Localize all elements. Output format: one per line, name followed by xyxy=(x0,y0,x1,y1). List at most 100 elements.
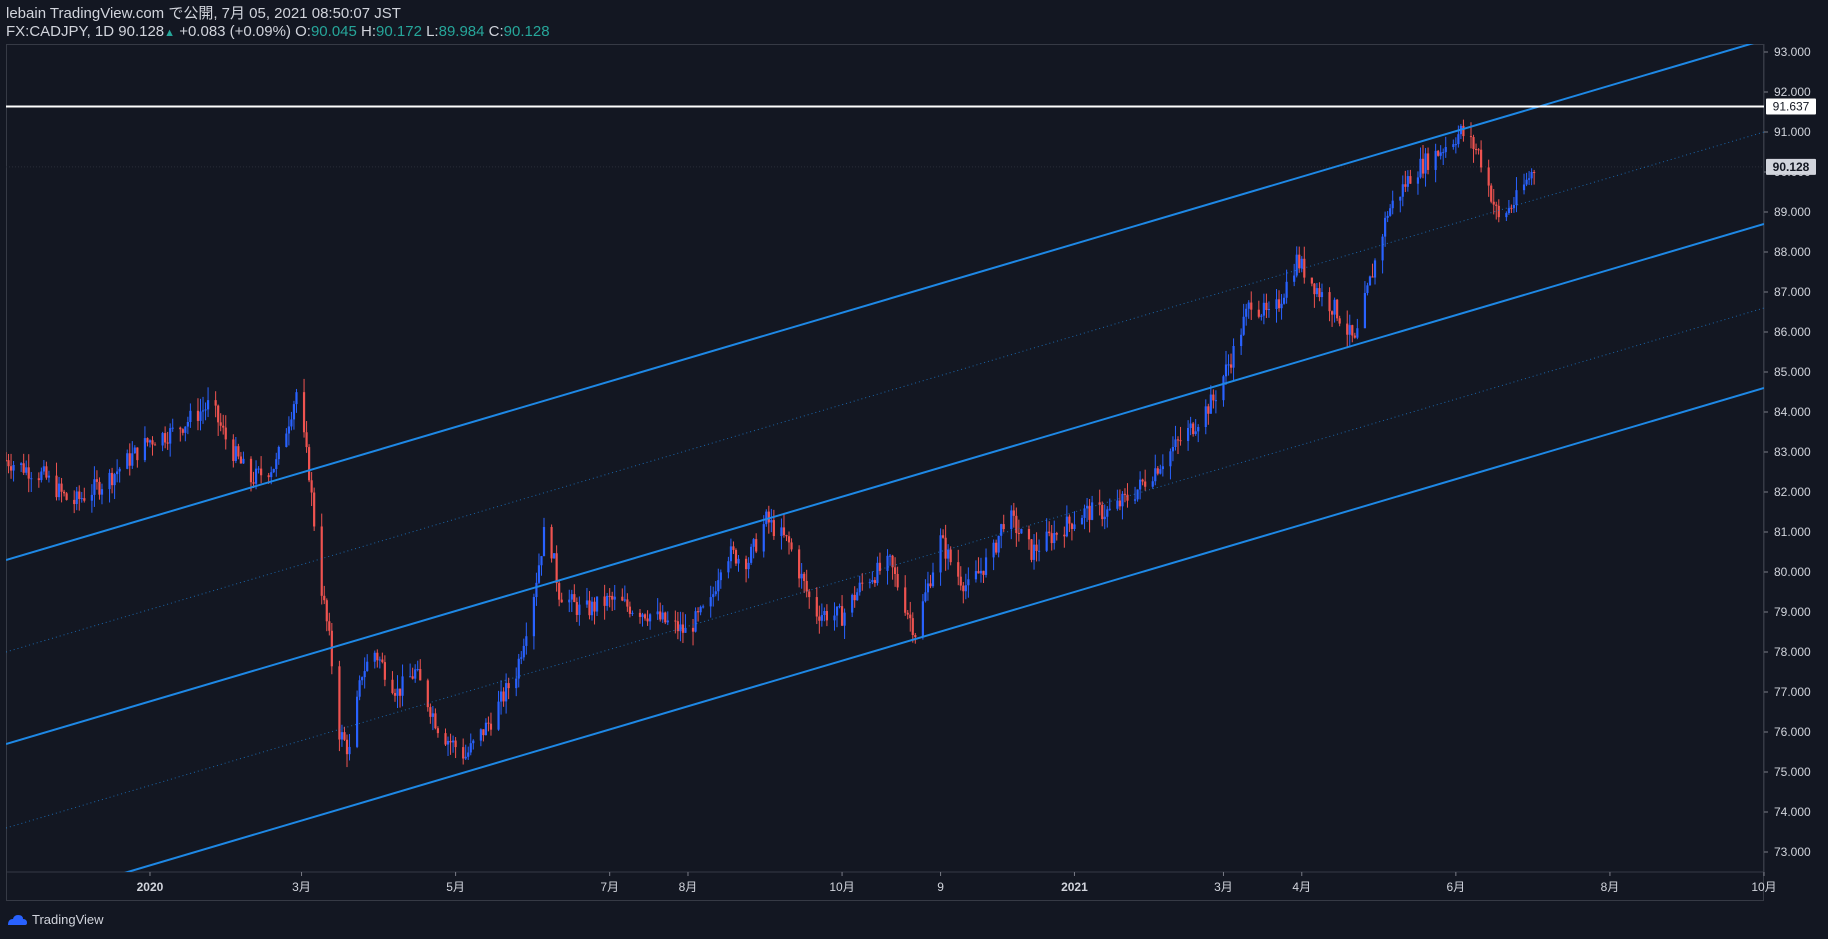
candle-body xyxy=(464,756,467,759)
candle-body xyxy=(608,595,611,597)
candle-body xyxy=(949,549,952,563)
candle-body xyxy=(239,456,243,464)
candle-body xyxy=(911,618,914,636)
candle-body xyxy=(1068,516,1071,524)
candle-body xyxy=(1386,215,1389,218)
candle-body xyxy=(929,583,932,587)
candle-body xyxy=(272,468,275,473)
candle-body xyxy=(638,612,642,617)
candle-body xyxy=(343,732,346,740)
time-tick-label: 7月 xyxy=(600,880,619,894)
candle-body xyxy=(472,740,475,744)
candle-body xyxy=(1103,516,1106,520)
candle-body xyxy=(1204,406,1207,428)
candle-body xyxy=(95,479,99,482)
candle-body xyxy=(628,606,631,614)
candle-body xyxy=(798,549,801,579)
candle-body xyxy=(1469,136,1473,138)
candle-body xyxy=(146,438,149,443)
candle-body xyxy=(482,729,485,736)
candle-body xyxy=(1037,550,1041,552)
candle-body xyxy=(1101,504,1104,520)
price-chart[interactable]: 73.000 74.000 75.000 76.000 77.000 78.000 79.0… xyxy=(0,0,1828,939)
candle-body xyxy=(522,645,525,658)
price-tick-label: 87.000 xyxy=(1774,285,1811,299)
candle-body xyxy=(409,676,412,678)
candle-body xyxy=(666,620,669,623)
candle-body xyxy=(22,463,25,473)
candle-body xyxy=(45,466,48,478)
candle-body xyxy=(1406,176,1409,187)
candle-body xyxy=(1257,309,1260,317)
time-tick-label: 8月 xyxy=(1601,880,1620,894)
candle-body xyxy=(181,429,184,433)
candle-body xyxy=(1530,171,1533,179)
candle-body xyxy=(1389,208,1392,216)
candle-body xyxy=(1497,205,1500,218)
candle-body xyxy=(396,688,399,696)
candle-body xyxy=(820,615,823,621)
candle-body xyxy=(411,676,414,679)
candle-body xyxy=(1310,277,1313,284)
candle-body xyxy=(648,614,652,622)
candle-body xyxy=(479,729,482,741)
candle-body xyxy=(1035,544,1038,551)
candle-body xyxy=(184,426,187,433)
candle-body xyxy=(808,591,811,598)
candle-body xyxy=(767,511,770,523)
candle-body xyxy=(517,658,520,679)
candle-body xyxy=(853,594,856,601)
candle-body xyxy=(30,478,33,480)
candle-body xyxy=(1045,531,1048,551)
candle-body xyxy=(1507,208,1510,214)
candle-body xyxy=(1229,364,1233,368)
candle-body xyxy=(6,460,8,461)
candle-body xyxy=(977,571,980,574)
candle-body xyxy=(1298,254,1301,269)
candle-body xyxy=(974,571,978,580)
candle-body xyxy=(1277,299,1281,309)
candle-body xyxy=(252,482,255,484)
candle-body xyxy=(1320,292,1324,298)
time-tick-label: 10月 xyxy=(829,880,854,894)
candle-body xyxy=(328,621,331,631)
candle-body xyxy=(199,411,202,421)
candle-body xyxy=(161,433,164,446)
candle-body xyxy=(1457,134,1460,145)
candle-body xyxy=(558,583,561,600)
candle-body xyxy=(939,535,942,573)
level-price-label: 91.637 xyxy=(1773,100,1810,114)
candle-body xyxy=(73,499,76,505)
candle-body xyxy=(1212,394,1215,401)
candle-body xyxy=(505,683,508,702)
candle-body xyxy=(1017,532,1020,534)
time-tick-label: 4月 xyxy=(1292,880,1311,894)
candle-body xyxy=(755,539,758,552)
candle-body xyxy=(674,620,677,622)
candle-body xyxy=(1159,469,1162,474)
candle-body xyxy=(310,480,313,493)
price-tick-label: 86.000 xyxy=(1774,325,1811,339)
candle-body xyxy=(1169,451,1172,467)
candle-body xyxy=(484,722,488,736)
candle-body xyxy=(1419,158,1422,178)
candle-body xyxy=(894,567,897,575)
candle-body xyxy=(876,562,879,584)
candle-body xyxy=(1434,150,1437,170)
candle-body xyxy=(305,432,308,448)
candle-body xyxy=(1240,334,1243,347)
candle-body xyxy=(737,558,740,564)
candle-body xyxy=(1171,447,1175,452)
candle-body xyxy=(694,611,697,632)
candle-body xyxy=(575,602,578,615)
candle-body xyxy=(734,549,738,564)
candle-body xyxy=(429,707,432,717)
candle-body xyxy=(578,604,581,615)
candle-body xyxy=(750,546,753,563)
candle-body xyxy=(603,596,606,606)
candle-body xyxy=(1533,171,1536,173)
candle-body xyxy=(489,723,493,730)
candle-body xyxy=(984,557,988,575)
candle-body xyxy=(1121,493,1124,507)
candle-body xyxy=(790,542,793,550)
